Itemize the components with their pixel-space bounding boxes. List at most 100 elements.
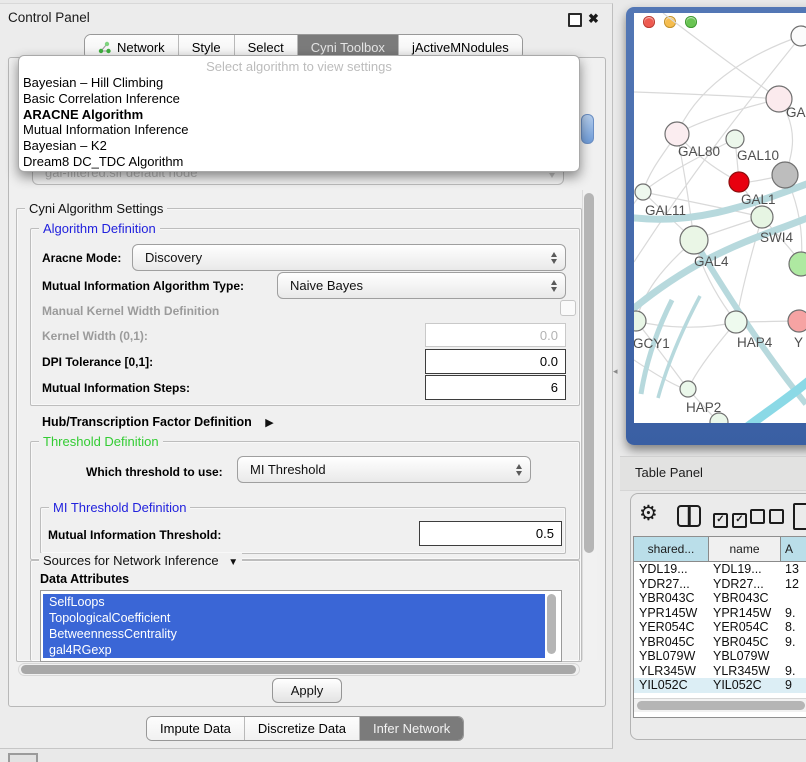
network-node-label: GAL4 — [694, 254, 729, 269]
attribute-item-selected[interactable]: SelfLoops — [43, 594, 545, 610]
network-node[interactable] — [751, 206, 773, 228]
table-hscrollbar-thumb[interactable] — [637, 701, 805, 710]
chevron-down-icon: ▼ — [228, 557, 238, 568]
screen: Control Panel ✖ Network Style Select Cyn… — [0, 0, 806, 762]
network-node-label: GAL10 — [737, 148, 779, 163]
network-node-label: Y — [794, 335, 803, 350]
dpi-tolerance-label: DPI Tolerance [0,1]: — [42, 355, 153, 369]
table-row[interactable]: YBL079W YBL079W — [634, 649, 806, 664]
attribute-item-selected[interactable]: TopologicalCoefficient — [43, 610, 545, 626]
attributes-list-scrollbar-thumb[interactable] — [547, 594, 556, 654]
aracne-mode-combo[interactable]: Discovery — [132, 244, 566, 271]
tab-style-label: Style — [192, 40, 221, 55]
column-header-shared-name[interactable]: shared... — [634, 537, 709, 562]
deselect-columns-icon[interactable] — [750, 509, 784, 529]
which-threshold-label: Which threshold to use: — [86, 465, 223, 479]
mi-threshold-field[interactable]: 0.5 — [419, 521, 562, 546]
node-table: shared... name A YDL19... YDL19... 13 YD… — [633, 536, 806, 718]
network-nodes — [634, 26, 806, 423]
mi-steps-label: Mutual Information Steps: — [42, 381, 190, 395]
mi-type-label: Mutual Information Algorithm Type: — [42, 279, 244, 293]
tab-select-label: Select — [248, 40, 284, 55]
dropdown-item[interactable]: Mutual Information Inference — [19, 122, 579, 138]
data-attributes-label: Data Attributes — [40, 572, 129, 586]
table-row[interactable]: YIL052C YIL052C 9 — [634, 678, 806, 693]
mi-type-combo[interactable]: Naive Bayes — [277, 272, 566, 299]
network-node[interactable] — [788, 310, 806, 332]
table-row[interactable]: YDL19... YDL19... 13 — [634, 562, 806, 577]
mi-steps-field[interactable]: 6 — [425, 375, 566, 400]
table-hscrollbar-track[interactable] — [634, 698, 806, 712]
column-header-name[interactable]: name — [709, 537, 781, 562]
network-canvas[interactable]: GAL GAL80 GAL10 GAL1 GAL11 SWI4 GAL4 GCY… — [634, 13, 806, 423]
network-node[interactable] — [791, 26, 806, 46]
table-row[interactable]: YER054C YER054C 8. — [634, 620, 806, 635]
table-row[interactable]: YLR345W YLR345W 9. — [634, 664, 806, 679]
close-panel-icon[interactable]: ✖ — [588, 12, 599, 25]
tab-cyni-toolbox-label: Cyni Toolbox — [311, 40, 385, 55]
dropdown-item[interactable]: Dream8 DC_TDC Algorithm — [19, 154, 579, 170]
tab-discretize-data-label: Discretize Data — [258, 721, 346, 736]
tab-infer-network-label: Infer Network — [373, 721, 450, 736]
network-node[interactable] — [725, 311, 747, 333]
which-threshold-value: MI Threshold — [250, 462, 326, 477]
manual-kernel-label: Manual Kernel Width Definition — [42, 304, 219, 318]
network-node[interactable] — [635, 184, 651, 200]
dropdown-item[interactable]: Bayesian – K2 — [19, 138, 579, 154]
settings-hscrollbar-thumb[interactable] — [21, 665, 576, 674]
tab-discretize-data[interactable]: Discretize Data — [245, 717, 360, 740]
cyni-bottom-tabbar: Impute Data Discretize Data Infer Networ… — [146, 716, 464, 741]
dropdown-item-highlighted[interactable]: ARACNE Algorithm — [19, 107, 579, 123]
upper-scrollbar-thumb[interactable] — [581, 114, 594, 144]
algorithm-dropdown-list: Select algorithm to view settings Bayesi… — [18, 55, 580, 172]
network-node-label: GAL1 — [741, 192, 776, 207]
column-header-next[interactable]: A — [781, 537, 806, 562]
float-window-icon[interactable] — [568, 13, 582, 27]
which-threshold-combo[interactable]: MI Threshold — [237, 456, 531, 483]
settings-scrollbar-thumb[interactable] — [584, 193, 594, 553]
network-node[interactable] — [680, 381, 696, 397]
splitter-handle[interactable]: ◂ — [613, 366, 618, 377]
network-node[interactable] — [634, 311, 646, 331]
network-node[interactable] — [729, 172, 749, 192]
network-node-label: GAL80 — [678, 144, 720, 159]
sources-group-title[interactable]: Sources for Network Inference ▼ — [39, 553, 242, 568]
network-edge-cyan[interactable] — [746, 380, 806, 423]
attribute-item-selected[interactable]: BetweennessCentrality — [43, 626, 545, 642]
sources-title-text: Sources for Network Inference — [43, 553, 219, 568]
network-node[interactable] — [772, 162, 798, 188]
table-panel-title: Table Panel — [635, 465, 703, 480]
table-row[interactable]: YDR27... YDR27... 12 — [634, 577, 806, 592]
table-row[interactable]: YBR043C YBR043C — [634, 591, 806, 606]
dpi-tolerance-field[interactable]: 0.0 — [425, 349, 566, 374]
split-columns-icon[interactable] — [677, 505, 701, 527]
tab-impute-data[interactable]: Impute Data — [147, 717, 245, 740]
attributes-list: SelfLoops TopologicalCoefficient Between… — [40, 590, 562, 662]
algorithm-definition-title: Algorithm Definition — [39, 221, 160, 236]
dropdown-item[interactable]: Basic Correlation Inference — [19, 91, 579, 107]
document-icon[interactable] — [793, 503, 806, 530]
network-node[interactable] — [789, 252, 806, 276]
control-panel-title: Control Panel — [8, 10, 90, 25]
table-settings-gear-icon[interactable]: ⚙ — [639, 503, 658, 525]
aracne-mode-value: Discovery — [145, 250, 202, 265]
network-node-label: GCY1 — [634, 336, 670, 351]
table-row[interactable]: YBR045C YBR045C 9. — [634, 635, 806, 650]
network-node[interactable] — [726, 130, 744, 148]
mi-threshold-label: Mutual Information Threshold: — [48, 528, 221, 542]
apply-button[interactable]: Apply — [272, 678, 342, 703]
dropdown-item[interactable]: Bayesian – Hill Climbing — [19, 75, 579, 91]
network-node[interactable] — [680, 226, 708, 254]
attribute-item-selected[interactable]: gal4RGexp — [43, 642, 545, 658]
hub-definition-row[interactable]: Hub/Transcription Factor Definition ▶ — [42, 413, 274, 431]
minimized-panel-icon[interactable] — [8, 753, 38, 762]
tab-network-label: Network — [117, 40, 165, 55]
tab-infer-network[interactable]: Infer Network — [360, 717, 463, 740]
network-tab-icon — [98, 41, 111, 54]
tab-jactivemnodules-label: jActiveMNodules — [412, 40, 509, 55]
network-node[interactable] — [665, 122, 689, 146]
table-row[interactable]: YPR145W YPR145W 9. — [634, 606, 806, 621]
chevron-right-icon: ▶ — [265, 417, 273, 429]
apply-button-label: Apply — [291, 683, 324, 698]
select-all-columns-icon[interactable]: ✓✓ — [713, 509, 747, 528]
